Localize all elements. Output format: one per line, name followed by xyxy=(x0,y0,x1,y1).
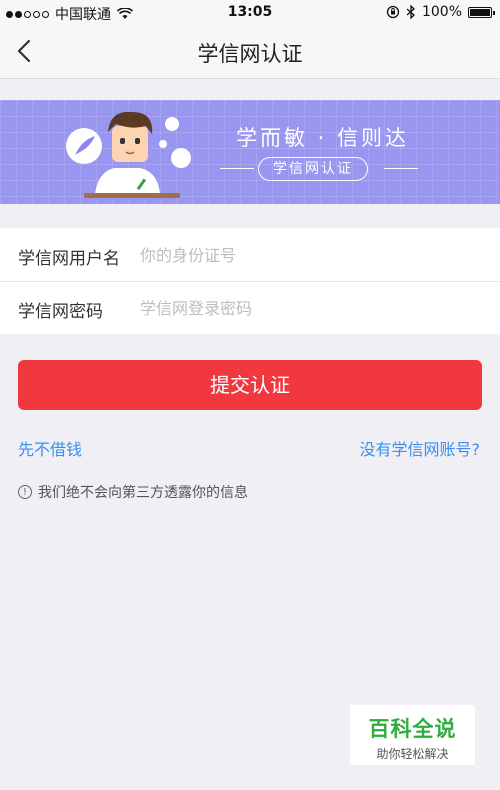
rotation-lock-icon xyxy=(386,5,400,19)
privacy-notice-text: 我们绝不会向第三方透露你的信息 xyxy=(38,485,248,501)
submit-button[interactable]: 提交认证 xyxy=(18,360,482,410)
password-label: 学信网密码 xyxy=(18,302,103,322)
student-illustration xyxy=(66,111,191,198)
password-row: 学信网密码 xyxy=(0,281,500,334)
battery-percent: 100% xyxy=(421,4,462,20)
battery-icon xyxy=(468,6,495,18)
banner-slogan: 学而敏 · 信则达 xyxy=(236,126,410,150)
watermark-logo: 百科全说 助你轻松解决 xyxy=(350,705,475,765)
banner-divider-left xyxy=(220,168,254,169)
username-input[interactable] xyxy=(138,238,482,272)
status-right: 100% xyxy=(386,4,495,20)
username-label: 学信网用户名 xyxy=(18,249,120,269)
banner-divider-right xyxy=(384,168,418,169)
banner-tag: 学信网认证 xyxy=(258,157,368,181)
exclamation-circle-icon: ! xyxy=(18,485,32,499)
status-bar: 中国联通 13:05 100% xyxy=(0,0,500,26)
password-input[interactable] xyxy=(138,291,482,325)
page-title: 学信网认证 xyxy=(197,42,303,66)
username-row: 学信网用户名 xyxy=(0,228,500,282)
nav-bar: 学信网认证 xyxy=(0,26,500,79)
watermark-title: 百科全说 xyxy=(368,717,457,741)
bluetooth-icon xyxy=(406,5,415,19)
skip-link[interactable]: 先不借钱 xyxy=(18,436,82,460)
privacy-notice: ! 我们绝不会向第三方透露你的信息 xyxy=(18,482,248,502)
auth-form: 学信网用户名 学信网密码 xyxy=(0,228,500,334)
watermark-subtitle: 助你轻松解决 xyxy=(376,747,449,761)
no-account-link[interactable]: 没有学信网账号? xyxy=(360,436,481,460)
banner: 学而敏 · 信则达 学信网认证 xyxy=(0,100,500,204)
